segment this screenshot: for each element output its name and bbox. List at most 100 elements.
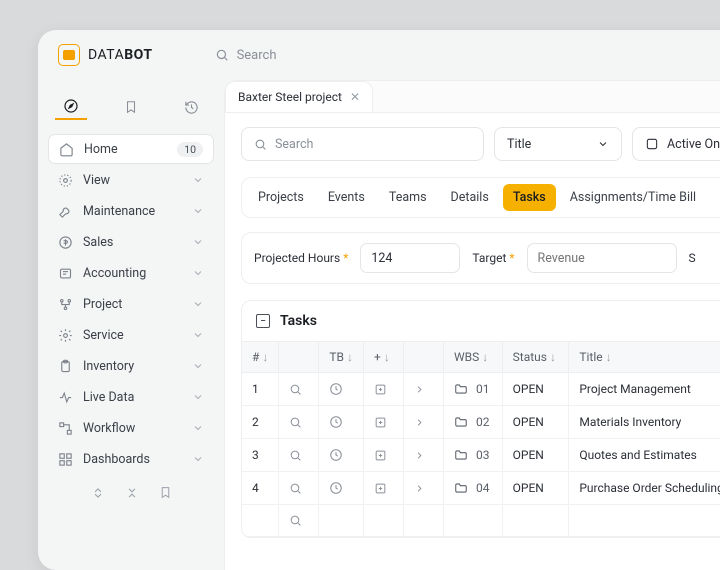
search-input[interactable]: Search (241, 127, 484, 161)
workflow-icon (58, 421, 73, 436)
search-icon (215, 48, 229, 62)
cell-num: 1 (242, 373, 279, 406)
expand-icon[interactable] (404, 439, 444, 472)
subtab-tasks[interactable]: Tasks (503, 184, 556, 211)
project-icon (58, 297, 73, 312)
projected-hours-input[interactable] (360, 243, 460, 273)
bookmark-icon[interactable] (115, 94, 147, 120)
global-search[interactable]: Search (215, 48, 277, 63)
sidebar-item-livedata[interactable]: Live Data (48, 382, 214, 412)
main-panel: Baxter Steel project ✕ Search Title (224, 80, 720, 570)
document-tab[interactable]: Baxter Steel project ✕ (225, 81, 373, 112)
cell-num: 3 (242, 439, 279, 472)
sidebar-item-dashboards[interactable]: Dashboards (48, 444, 214, 474)
col-status[interactable]: Status↓ (502, 342, 569, 373)
sidebar-item-inventory[interactable]: Inventory (48, 351, 214, 381)
home-icon (59, 142, 74, 157)
table-row[interactable]: 404OPENPurchase Order Scheduling (242, 472, 720, 505)
nav-label: Service (83, 328, 124, 343)
subtab-projects[interactable]: Projects (248, 184, 314, 211)
sidebar-item-accounting[interactable]: Accounting (48, 258, 214, 288)
subtab-events[interactable]: Events (318, 184, 375, 211)
close-icon[interactable]: ✕ (350, 90, 360, 104)
add-icon[interactable] (364, 373, 404, 406)
sidebar-item-home[interactable]: Home 10 (48, 134, 214, 164)
cell-title: Purchase Order Scheduling (569, 472, 720, 505)
nav-label: Project (83, 297, 122, 312)
param-extra: S (689, 251, 696, 265)
wrench-icon (58, 204, 73, 219)
col-zoom[interactable] (279, 342, 319, 373)
cell-status: OPEN (502, 406, 569, 439)
params-row: Projected Hours * Target * S (241, 232, 720, 284)
cell-num: 2 (242, 406, 279, 439)
table-row[interactable]: 202OPENMaterials Inventory (242, 406, 720, 439)
sidebar-item-sales[interactable]: Sales (48, 227, 214, 257)
expand-icon[interactable] (91, 486, 105, 500)
sidebar-icon-tabs (48, 88, 214, 130)
add-icon[interactable] (364, 439, 404, 472)
sidebar-item-project[interactable]: Project (48, 289, 214, 319)
target-input[interactable] (527, 243, 677, 273)
sort-dropdown[interactable]: Title (494, 127, 622, 161)
sidebar-item-maintenance[interactable]: Maintenance (48, 196, 214, 226)
col-tb[interactable]: TB↓ (319, 342, 364, 373)
logo: DATABOT (58, 44, 153, 66)
add-icon[interactable] (364, 472, 404, 505)
chevron-down-icon (192, 298, 204, 310)
table-row-empty (242, 505, 720, 537)
col-add[interactable]: +↓ (364, 342, 404, 373)
checkbox-icon (645, 137, 659, 151)
sidebar-item-view[interactable]: View (48, 165, 214, 195)
zoom-icon[interactable] (279, 439, 319, 472)
zoom-icon[interactable] (279, 373, 319, 406)
sidebar-item-workflow[interactable]: Workflow (48, 413, 214, 443)
view-icon (58, 173, 73, 188)
filter-row: Search Title Active Only (241, 127, 720, 161)
history-icon[interactable] (175, 94, 207, 120)
nav-label: Dashboards (83, 452, 150, 467)
subtab-assignments[interactable]: Assignments/Time Bill (560, 184, 706, 211)
bookmark-icon[interactable] (159, 486, 172, 499)
subtab-details[interactable]: Details (441, 184, 499, 211)
chevron-down-icon (192, 174, 204, 186)
chevron-down-icon (597, 138, 609, 150)
active-only-checkbox[interactable]: Active Only (632, 127, 720, 161)
subtab-orders[interactable]: Orders/Invoices (710, 184, 720, 211)
clock-icon[interactable] (319, 472, 364, 505)
zoom-icon[interactable] (279, 406, 319, 439)
col-title[interactable]: Title↓ (569, 342, 720, 373)
table-row[interactable]: 101OPENProject Management (242, 373, 720, 406)
col-expand[interactable] (404, 342, 444, 373)
collapse-icon[interactable]: − (256, 314, 270, 328)
cell-wbs: 02 (444, 406, 503, 439)
search-icon (254, 138, 267, 151)
panel-title: Tasks (280, 313, 317, 329)
collapse-icon[interactable] (125, 486, 139, 500)
cell-wbs: 03 (444, 439, 503, 472)
col-wbs[interactable]: WBS↓ (444, 342, 503, 373)
subtab-teams[interactable]: Teams (379, 184, 437, 211)
chevron-down-icon (192, 391, 204, 403)
zoom-icon[interactable] (279, 472, 319, 505)
chevron-down-icon (192, 329, 204, 341)
document-tab-title: Baxter Steel project (238, 90, 342, 104)
clock-icon[interactable] (319, 439, 364, 472)
expand-icon[interactable] (404, 373, 444, 406)
chevron-down-icon (192, 453, 204, 465)
clock-icon[interactable] (319, 406, 364, 439)
cell-title: Project Management (569, 373, 720, 406)
pulse-icon (58, 390, 73, 405)
cell-status: OPEN (502, 439, 569, 472)
add-icon[interactable] (364, 406, 404, 439)
expand-icon[interactable] (404, 406, 444, 439)
sort-value: Title (507, 137, 531, 152)
sidebar-item-service[interactable]: Service (48, 320, 214, 350)
compass-icon[interactable] (55, 94, 87, 120)
zoom-icon[interactable] (279, 505, 319, 537)
chevron-down-icon (192, 236, 204, 248)
table-row[interactable]: 303OPENQuotes and Estimates (242, 439, 720, 472)
clock-icon[interactable] (319, 373, 364, 406)
col-num[interactable]: #↓ (242, 342, 279, 373)
expand-icon[interactable] (404, 472, 444, 505)
